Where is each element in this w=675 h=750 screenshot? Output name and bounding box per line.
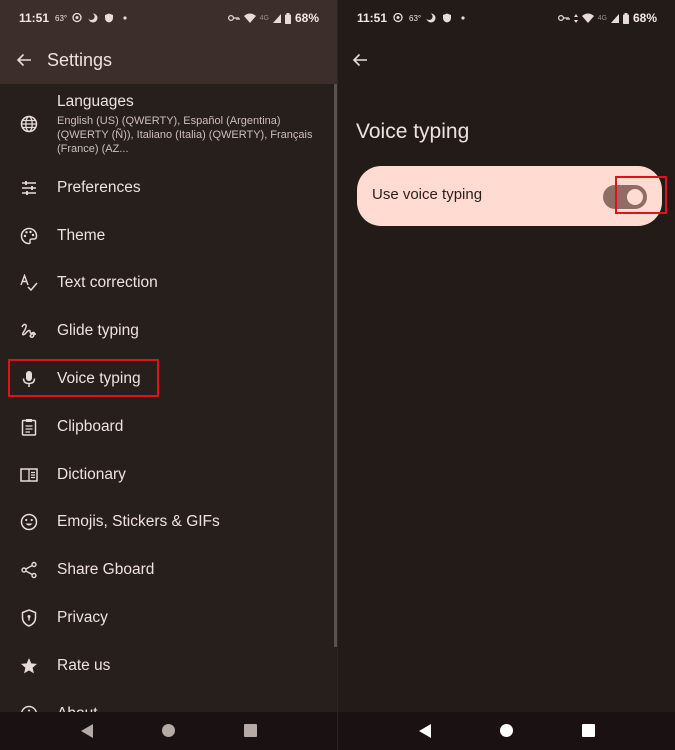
use-voice-typing-toggle[interactable]: [603, 185, 647, 209]
battery-icon: [284, 12, 291, 24]
microphone-icon: [19, 369, 39, 389]
privacy-shield-icon: [19, 608, 39, 628]
sliders-icon: [19, 178, 39, 198]
settings-item-theme[interactable]: Theme: [0, 212, 337, 260]
network-4g-label: 4G: [597, 14, 607, 22]
settings-screen: 11:51 63° 4G 68% Settings Languages Engl…: [0, 0, 337, 750]
gesture-icon: [19, 321, 39, 341]
settings-item-label: Glide typing: [57, 322, 139, 340]
star-icon: [19, 656, 39, 676]
navigation-bar: [338, 712, 675, 750]
nav-home-button[interactable]: [162, 724, 175, 737]
location-icon: [393, 13, 403, 23]
settings-list: Languages English (US) (QWERTY), Español…: [0, 84, 337, 738]
network-4g-label: 4G: [259, 14, 269, 22]
languages-subtitle: English (US) (QWERTY), Español (Argentin…: [57, 115, 313, 155]
navigation-bar: [0, 712, 337, 750]
nav-home-button[interactable]: [500, 724, 513, 737]
settings-item-privacy[interactable]: Privacy: [0, 594, 337, 642]
settings-item-label: Dictionary: [57, 465, 126, 483]
page-title: Settings: [47, 50, 113, 70]
settings-item-label: Languages: [57, 93, 134, 110]
settings-item-label: Share Gboard: [57, 561, 155, 579]
voice-typing-screen: 11:51 63° 4G 68% Voice typing Use voice …: [338, 0, 675, 750]
palette-icon: [19, 226, 39, 246]
settings-item-label: Clipboard: [57, 417, 124, 435]
status-bar: 11:51 63° 4G 68%: [338, 0, 675, 36]
battery-icon: [622, 12, 629, 24]
book-icon: [19, 465, 39, 485]
settings-item-text-correction[interactable]: Text correction: [0, 260, 337, 308]
nav-back-button[interactable]: [81, 724, 93, 738]
status-time: 11:51: [19, 11, 50, 25]
battery-percentage: 68%: [632, 11, 657, 25]
nav-recents-button[interactable]: [244, 724, 257, 737]
dot-icon: [461, 16, 465, 20]
settings-item-label: Text correction: [57, 274, 158, 292]
settings-item-voice-typing[interactable]: Voice typing: [0, 355, 337, 403]
nav-back-button[interactable]: [419, 724, 431, 738]
globe-icon: [19, 114, 39, 134]
settings-item-label: Rate us: [57, 656, 111, 674]
shield-icon: [105, 13, 114, 23]
toggle-thumb: [627, 189, 643, 205]
location-icon: [72, 13, 82, 23]
use-voice-typing-label: Use voice typing: [372, 186, 483, 203]
arrow-left-icon: [16, 53, 31, 67]
settings-item-glide-typing[interactable]: Glide typing: [0, 307, 337, 355]
page-title: Voice typing: [356, 120, 470, 143]
settings-item-dictionary[interactable]: Dictionary: [0, 451, 337, 499]
moon-icon: [426, 13, 436, 23]
moon-icon: [88, 13, 98, 23]
use-voice-typing-setting[interactable]: Use voice typing: [357, 166, 667, 226]
nav-recents-button[interactable]: [582, 724, 595, 737]
arrow-left-icon: [352, 53, 367, 67]
status-temperature: 63°: [55, 13, 68, 23]
clipboard-icon: [19, 417, 39, 437]
settings-item-label: Privacy: [57, 609, 108, 627]
settings-item-label: Emojis, Stickers & GIFs: [57, 513, 220, 531]
signal-icon: [272, 13, 281, 23]
shield-icon: [443, 13, 452, 23]
settings-item-preferences[interactable]: Preferences: [0, 164, 337, 212]
wifi-icon: [243, 13, 256, 23]
dot-icon: [123, 16, 127, 20]
status-bar: 11:51 63° 4G 68%: [0, 0, 337, 36]
back-button[interactable]: [348, 48, 372, 72]
signal-icon: [610, 13, 619, 23]
settings-item-clipboard[interactable]: Clipboard: [0, 403, 337, 451]
data-arrows-icon: [573, 13, 578, 23]
key-icon: [557, 15, 570, 21]
settings-item-label: Preferences: [57, 178, 141, 196]
key-icon: [227, 15, 240, 21]
settings-item-rate-us[interactable]: Rate us: [0, 642, 337, 690]
battery-percentage: 68%: [294, 11, 319, 25]
share-icon: [19, 560, 39, 580]
smiley-icon: [19, 512, 39, 532]
settings-item-emojis[interactable]: Emojis, Stickers & GIFs: [0, 499, 337, 547]
settings-item-label: Voice typing: [57, 370, 141, 388]
spellcheck-icon: [19, 273, 39, 293]
back-button[interactable]: [12, 48, 36, 72]
status-temperature: 63°: [409, 13, 422, 23]
status-time: 11:51: [357, 11, 388, 25]
wifi-icon: [581, 13, 594, 23]
settings-item-label: Theme: [57, 226, 106, 244]
settings-item-languages[interactable]: Languages English (US) (QWERTY), Español…: [0, 84, 337, 164]
settings-item-share-gboard[interactable]: Share Gboard: [0, 546, 337, 594]
